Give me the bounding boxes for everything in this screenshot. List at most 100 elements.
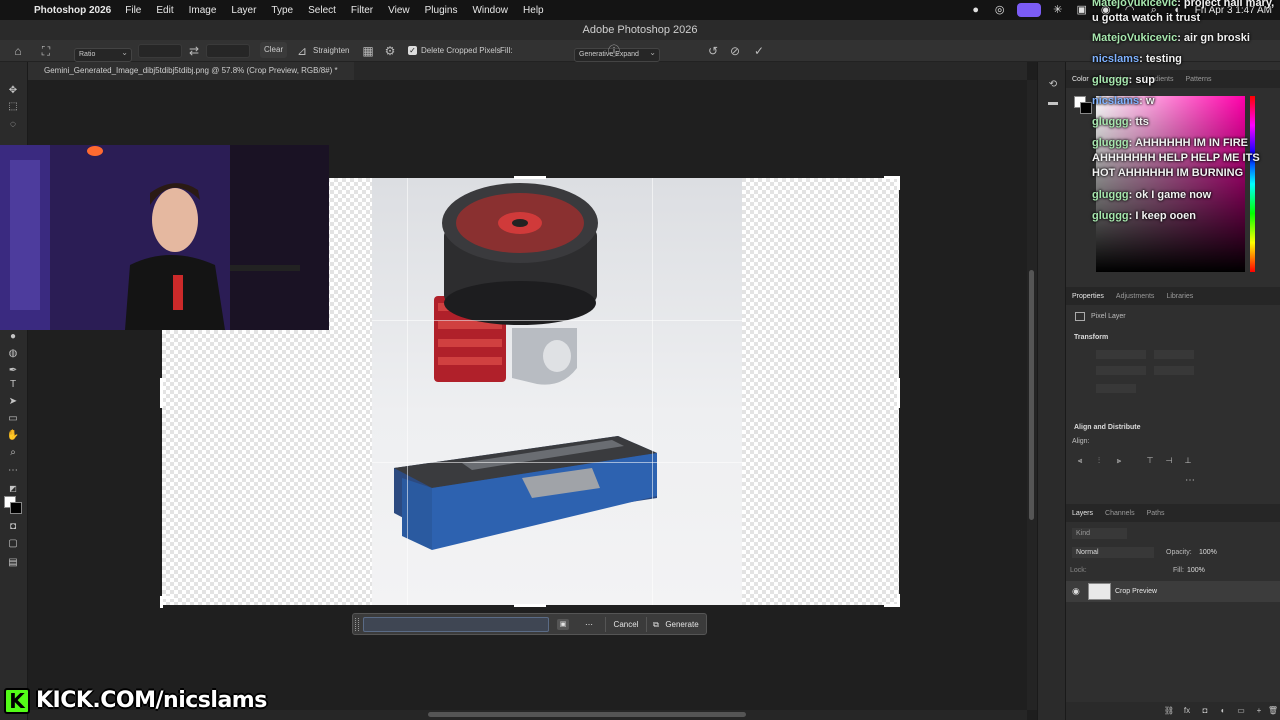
quick-mask-icon[interactable]: ◘ — [6, 520, 20, 534]
brightness-icon[interactable]: ✳ — [1051, 4, 1065, 16]
menu-app-name[interactable]: Photoshop 2026 — [34, 5, 111, 16]
opacity-value[interactable]: 100% — [1199, 549, 1217, 556]
reset-icon[interactable]: ↺ — [705, 43, 721, 59]
menu-type[interactable]: Type — [271, 5, 293, 16]
horizontal-scrollbar[interactable] — [428, 712, 746, 717]
settings-gear-icon[interactable]: ⚙ — [382, 43, 398, 59]
align-right-icon[interactable]: ⫸ — [1112, 454, 1126, 468]
transform-h-field[interactable] — [1096, 366, 1146, 375]
crop-handle-top-right-v[interactable] — [897, 176, 900, 190]
screen-share-icon[interactable] — [1016, 3, 1041, 17]
generate-button[interactable]: Generate — [662, 617, 702, 632]
crop-handle-top[interactable] — [514, 176, 546, 179]
info-icon[interactable]: ⓘ — [606, 43, 622, 59]
zoom-tool-icon[interactable]: ⌕ — [6, 446, 20, 460]
align-center-h-icon[interactable]: ⫶ — [1092, 454, 1106, 468]
layer-row[interactable]: ◉ Crop Preview — [1066, 581, 1280, 602]
blend-mode-select[interactable]: Normal — [1072, 547, 1154, 558]
align-left-icon[interactable]: ⫷ — [1073, 454, 1087, 468]
cancel-crop-icon[interactable]: ⊘ — [727, 43, 743, 59]
menu-edit[interactable]: Edit — [156, 5, 173, 16]
menu-select[interactable]: Select — [308, 5, 336, 16]
path-select-tool-icon[interactable]: ➤ — [6, 395, 20, 409]
menu-view[interactable]: View — [388, 5, 410, 16]
creative-cloud-icon[interactable]: ◎ — [993, 4, 1007, 16]
crop-handle-right[interactable] — [897, 378, 900, 408]
menu-plugins[interactable]: Plugins — [425, 5, 458, 16]
delete-cropped-checkbox[interactable]: ✓ — [408, 46, 417, 55]
history-icon[interactable]: ⟲ — [1046, 78, 1060, 92]
new-group-icon[interactable]: ▭ — [1234, 704, 1248, 718]
layer-kind-filter[interactable]: Kind — [1072, 528, 1127, 539]
screen-mode-icon[interactable]: ▢ — [6, 537, 20, 551]
crop-handle-bottom-left-v[interactable] — [160, 596, 163, 608]
transform-y-field[interactable] — [1154, 366, 1194, 375]
vertical-scrollbar[interactable] — [1029, 270, 1034, 520]
apple-icon[interactable] — [10, 3, 24, 17]
document-tab[interactable]: Gemini_Generated_Image_dibj5tdibj5tdibj.… — [28, 62, 354, 80]
burn-tool-icon[interactable]: ◍ — [6, 347, 20, 361]
transform-angle-field[interactable] — [1096, 384, 1136, 393]
tab-channels[interactable]: Channels — [1105, 510, 1135, 517]
add-mask-icon[interactable]: ◘ — [1198, 704, 1212, 718]
crop-height-field[interactable] — [206, 44, 250, 58]
menu-filter[interactable]: Filter — [351, 5, 373, 16]
fill-opacity-value[interactable]: 100% — [1187, 567, 1205, 574]
comments-icon[interactable]: ▬ — [1046, 96, 1060, 110]
visibility-eye-icon[interactable]: ◉ — [1072, 586, 1080, 597]
drag-grip-icon[interactable] — [355, 618, 359, 631]
align-top-icon[interactable]: ⊤ — [1143, 454, 1157, 468]
crop-handle-bottom-right-v[interactable] — [897, 594, 900, 607]
delete-layer-icon[interactable]: 🗑 — [1266, 704, 1280, 718]
menu-help[interactable]: Help — [523, 5, 544, 16]
dodge-tool-icon[interactable]: ● — [6, 330, 20, 344]
pen-tool-icon[interactable]: ✒ — [6, 364, 20, 378]
document-image[interactable] — [372, 178, 742, 605]
rectangle-tool-icon[interactable]: ▭ — [6, 412, 20, 426]
align-heading[interactable]: Align and Distribute — [1074, 424, 1141, 431]
layer-name[interactable]: Crop Preview — [1115, 588, 1157, 595]
menu-layer[interactable]: Layer — [231, 5, 256, 16]
crop-handle-left[interactable] — [160, 378, 163, 408]
marquee-tool-icon[interactable]: ⬚ — [6, 100, 20, 114]
reference-image-icon[interactable]: ▣ — [557, 619, 569, 630]
crop-tool-icon[interactable]: ⛶ — [38, 43, 54, 59]
commit-crop-icon[interactable]: ✓ — [751, 43, 767, 59]
clear-button[interactable]: Clear — [260, 42, 288, 58]
record-dot-icon[interactable]: ● — [969, 4, 983, 16]
cancel-button[interactable]: Cancel — [609, 617, 643, 632]
link-layers-icon[interactable]: ⛓ — [1162, 704, 1176, 718]
transform-w-field[interactable] — [1096, 350, 1146, 359]
hand-tool-icon[interactable]: ✋ — [6, 429, 20, 443]
tab-properties[interactable]: Properties — [1072, 293, 1104, 300]
lasso-tool-icon[interactable]: ◌ — [6, 118, 20, 132]
transform-heading[interactable]: Transform — [1074, 334, 1108, 341]
overlay-grid-icon[interactable]: ▦ — [360, 43, 376, 59]
more-tools-icon[interactable]: ⋯ — [6, 464, 20, 478]
tab-adjustments[interactable]: Adjustments — [1116, 293, 1155, 300]
home-icon[interactable]: ⌂ — [10, 43, 26, 59]
contextual-bar-icon[interactable]: ▤ — [6, 556, 20, 570]
tab-paths[interactable]: Paths — [1147, 510, 1165, 517]
menu-image[interactable]: Image — [189, 5, 217, 16]
more-align-icon[interactable]: ⋯ — [1183, 474, 1197, 488]
crop-width-field[interactable] — [138, 44, 182, 58]
menu-file[interactable]: File — [125, 5, 141, 16]
swap-dimensions-icon[interactable]: ⇄ — [186, 43, 202, 59]
gamepad-icon[interactable]: ▣ — [1075, 4, 1089, 16]
tab-color[interactable]: Color — [1072, 76, 1089, 83]
menu-window[interactable]: Window — [472, 5, 508, 16]
tab-layers[interactable]: Layers — [1072, 510, 1093, 517]
adjustment-layer-icon[interactable]: ◐ — [1216, 704, 1230, 718]
move-tool-icon[interactable]: ✥ — [6, 84, 20, 98]
background-color-swatch[interactable] — [10, 502, 22, 514]
type-tool-icon[interactable]: T — [6, 378, 20, 392]
align-middle-v-icon[interactable]: ⊣ — [1162, 454, 1176, 468]
straighten-button[interactable]: Straighten — [313, 46, 349, 55]
default-colors-icon[interactable]: ◩ — [6, 482, 20, 496]
crop-handle-bottom[interactable] — [514, 604, 546, 607]
generative-prompt-input[interactable] — [363, 617, 549, 632]
align-bottom-icon[interactable]: ⊥ — [1181, 454, 1195, 468]
fx-icon[interactable]: fx — [1180, 704, 1194, 718]
new-layer-icon[interactable]: + — [1252, 704, 1266, 718]
